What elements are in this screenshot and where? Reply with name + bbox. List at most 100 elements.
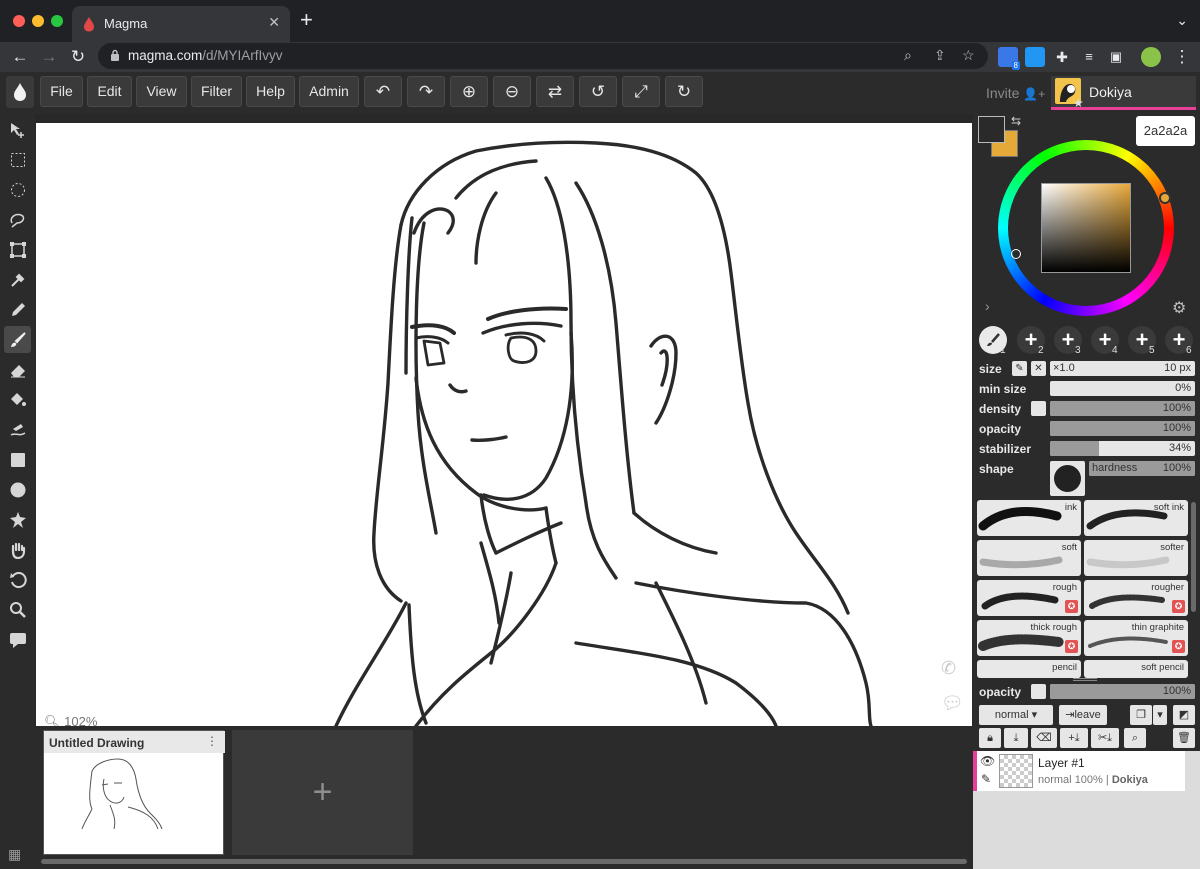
rotate-left-icon[interactable]: ↺ — [579, 76, 617, 107]
magma-logo-icon[interactable] — [6, 76, 34, 108]
chat-bubble-icon[interactable]: 💬︎ — [941, 693, 964, 714]
shape-icon[interactable] — [4, 506, 31, 533]
zoom-indicator[interactable]: 🔍︎ 102% — [44, 714, 97, 726]
back-button[interactable]: ← — [8, 45, 32, 69]
menu-filter[interactable]: Filter — [191, 76, 242, 107]
brush-preset-ink[interactable]: ink — [977, 500, 1081, 536]
close-window-button[interactable] — [13, 15, 25, 27]
add-layer-down-icon[interactable]: +⤓ — [1060, 728, 1088, 748]
saturation-value-square[interactable] — [1041, 183, 1131, 273]
extension-icon[interactable] — [1025, 47, 1045, 67]
new-layer-icon[interactable]: ◩ — [1173, 705, 1195, 725]
phone-icon[interactable]: ✆ — [941, 658, 956, 679]
fullscreen-icon[interactable]: ⤢ — [622, 76, 660, 107]
horizontal-scrollbar[interactable] — [41, 859, 967, 864]
maximize-window-button[interactable] — [51, 15, 63, 27]
rect-select-icon[interactable] — [4, 146, 31, 173]
brush-shape-preview[interactable] — [1050, 461, 1085, 496]
invite-button[interactable]: Invite 👤+ — [986, 85, 1045, 101]
chevron-right-icon[interactable]: › — [985, 298, 990, 314]
brush-icon[interactable] — [4, 326, 31, 353]
new-tab-button[interactable]: + — [300, 9, 313, 31]
more-menu-icon[interactable]: ⋮ — [1170, 45, 1194, 69]
flip-icon[interactable]: ⇄ — [536, 76, 574, 107]
layer-menu-icon[interactable]: ▾ — [1153, 705, 1167, 725]
brush-preset-rougher[interactable]: rougher ✪ — [1084, 580, 1188, 616]
fill-icon[interactable] — [4, 386, 31, 413]
zoom-in-icon[interactable]: ⊕ — [450, 76, 488, 107]
hue-wheel[interactable] — [998, 140, 1174, 316]
stabilizer-slider[interactable]: 34% — [1050, 441, 1195, 456]
film-strip-icon[interactable]: ▦ — [8, 846, 21, 863]
pencil-icon[interactable]: ✎ — [981, 772, 991, 786]
layer-opacity-slider[interactable]: 100% — [1050, 684, 1195, 699]
reload-button[interactable]: ↻ — [66, 45, 90, 69]
brush-preset-soft-ink[interactable]: soft ink — [1084, 500, 1188, 536]
move-icon[interactable] — [4, 116, 31, 143]
search-icon[interactable]: ⌕ — [904, 47, 912, 64]
lasso-icon[interactable] — [4, 206, 31, 233]
clear-layer-icon[interactable]: ⌫ — [1031, 728, 1057, 748]
bookmark-star-icon[interactable]: ☆ — [962, 47, 975, 64]
gear-icon[interactable]: ⚙ — [1172, 298, 1186, 318]
menu-admin[interactable]: Admin — [299, 76, 359, 107]
cut-layer-icon[interactable]: ✂⤓ — [1091, 728, 1119, 748]
menu-view[interactable]: View — [136, 76, 187, 107]
eraser-icon[interactable] — [4, 356, 31, 383]
brush-preset-thin-graphite[interactable]: thin graphite ✪ — [1084, 620, 1188, 656]
profile-avatar[interactable] — [1141, 47, 1161, 67]
pressure-size-toggle[interactable]: ✎ — [1012, 361, 1027, 376]
reading-list-icon[interactable]: ≡ — [1077, 45, 1101, 69]
size-slider[interactable]: ×1.0 10 px — [1050, 361, 1195, 376]
brush-preset-pencil[interactable]: pencil — [977, 660, 1081, 678]
density-pressure-toggle[interactable] — [1031, 401, 1046, 416]
brush-preset-softer[interactable]: softer — [1084, 540, 1188, 576]
swap-colors-icon[interactable]: ⇆ — [1011, 114, 1021, 128]
tab-close-icon[interactable]: ✕ — [268, 14, 280, 31]
eye-icon[interactable]: 👁︎ — [980, 754, 995, 768]
layer-row[interactable]: 👁︎ ✎ Layer #1 normal 100% | Dokiya — [973, 751, 1185, 791]
extension-icon[interactable]: 8 — [998, 47, 1020, 70]
layer-opacity-toggle[interactable] — [1031, 684, 1046, 699]
menu-file[interactable]: File — [40, 76, 83, 107]
eyedropper-icon[interactable] — [4, 266, 31, 293]
density-slider[interactable]: 100% — [1050, 401, 1195, 416]
hue-knob[interactable] — [1159, 192, 1171, 204]
rotate-view-icon[interactable] — [4, 566, 31, 593]
drawing-card[interactable]: Untitled Drawing ⋮ — [43, 730, 225, 855]
opacity-slider[interactable]: 100% — [1050, 421, 1195, 436]
add-drawing-button[interactable]: + — [232, 730, 413, 855]
search-layer-icon[interactable]: ⌕ — [1124, 728, 1146, 748]
pencil-icon[interactable] — [4, 296, 31, 323]
minimize-window-button[interactable] — [32, 15, 44, 27]
more-vertical-icon[interactable]: ⋮ — [206, 734, 218, 748]
menu-edit[interactable]: Edit — [87, 76, 132, 107]
forward-button[interactable]: → — [37, 45, 61, 69]
merge-down-icon[interactable]: ⤓ — [1004, 728, 1028, 748]
primary-color-swatch[interactable] — [978, 116, 1005, 143]
ellipse-select-icon[interactable] — [4, 176, 31, 203]
ellipse-icon[interactable] — [4, 476, 31, 503]
rotate-right-icon[interactable]: ↻ — [665, 76, 703, 107]
extensions-puzzle-icon[interactable]: ✚ — [1050, 45, 1074, 69]
menu-help[interactable]: Help — [246, 76, 295, 107]
zoom-out-icon[interactable]: ⊖ — [493, 76, 531, 107]
brush-preset-rough[interactable]: rough ✪ — [977, 580, 1081, 616]
hand-icon[interactable] — [4, 536, 31, 563]
hardness-slider[interactable]: hardness 100% — [1089, 461, 1195, 476]
drawing-canvas[interactable]: 🔍︎ 102% ✆ 💬︎ — [36, 123, 972, 726]
share-icon[interactable]: ⇪ — [934, 47, 946, 64]
size-lock-toggle[interactable]: ✕ — [1031, 361, 1046, 376]
hex-color-field[interactable]: 2a2a2a — [1136, 116, 1195, 146]
blend-mode-select[interactable]: normal ▾ — [979, 705, 1053, 725]
redo-icon[interactable]: ↷ — [407, 76, 445, 107]
undo-icon[interactable]: ↶ — [364, 76, 402, 107]
zoom-icon[interactable] — [4, 596, 31, 623]
transform-icon[interactable] — [4, 236, 31, 263]
user-badge[interactable]: ★ Dokiya — [1051, 76, 1196, 110]
chat-icon[interactable] — [4, 626, 31, 653]
browser-tab[interactable]: Magma ✕ — [72, 6, 290, 42]
leave-button[interactable]: ⇥leave — [1059, 705, 1107, 725]
brush-list-scrollbar[interactable] — [1191, 502, 1196, 612]
brush-preset-thick-rough[interactable]: thick rough ✪ — [977, 620, 1081, 656]
